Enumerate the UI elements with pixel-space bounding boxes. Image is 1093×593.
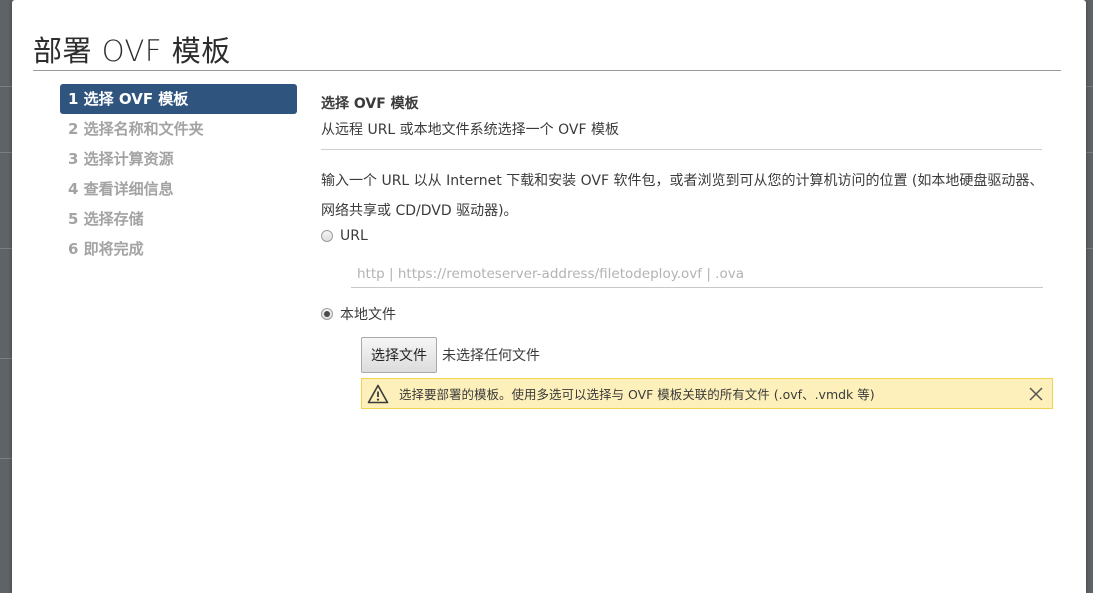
wizard-step-select-storage[interactable]: 5 选择存储 <box>60 204 297 234</box>
wizard-step-compute-resource[interactable]: 3 选择计算资源 <box>60 144 297 174</box>
local-file-option-label: 本地文件 <box>340 307 396 323</box>
choose-file-button[interactable]: 选择文件 <box>361 337 437 373</box>
wizard-step-select-ovf[interactable]: 1 选择 OVF 模板 <box>60 84 297 114</box>
url-option[interactable]: URL <box>321 228 1054 244</box>
step-title: 选择 OVF 模板 <box>321 96 419 112</box>
url-input[interactable] <box>351 261 1043 288</box>
warning-text: 选择要部署的模板。使用多选可以选择与 OVF 模板关联的所有文件 (.ovf、.… <box>399 387 875 402</box>
local-file-radio[interactable] <box>321 308 333 320</box>
url-option-label: URL <box>340 228 368 244</box>
step-description: 输入一个 URL 以从 Internet 下载和安装 OVF 软件包，或者浏览到… <box>321 173 1044 219</box>
dialog-title: 部署 OVF 模板 <box>33 34 231 68</box>
close-icon[interactable] <box>1026 384 1046 404</box>
warning-alert: 选择要部署的模板。使用多选可以选择与 OVF 模板关联的所有文件 (.ovf、.… <box>361 378 1053 409</box>
warning-triangle-icon <box>367 383 391 405</box>
wizard-step-review-details[interactable]: 4 查看详细信息 <box>60 174 297 204</box>
wizard-step-ready-complete[interactable]: 6 即将完成 <box>60 234 297 264</box>
step-subtitle: 从远程 URL 或本地文件系统选择一个 OVF 模板 <box>321 122 619 138</box>
content-divider <box>321 149 1042 150</box>
file-picker: 选择文件 未选择任何文件 <box>361 337 1054 373</box>
file-status: 未选择任何文件 <box>442 348 540 364</box>
deploy-ovf-dialog: 部署 OVF 模板 1 选择 OVF 模板 2 选择名称和文件夹 3 选择计算资… <box>12 0 1086 593</box>
step-content: 选择 OVF 模板 从远程 URL 或本地文件系统选择一个 OVF 模板 输入一… <box>321 84 1054 409</box>
title-divider <box>33 70 1061 71</box>
wizard-step-name-folder[interactable]: 2 选择名称和文件夹 <box>60 114 297 144</box>
wizard-steps-nav: 1 选择 OVF 模板 2 选择名称和文件夹 3 选择计算资源 4 查看详细信息… <box>60 84 297 264</box>
local-file-option[interactable]: 本地文件 <box>321 304 1054 324</box>
url-radio[interactable] <box>321 230 333 242</box>
